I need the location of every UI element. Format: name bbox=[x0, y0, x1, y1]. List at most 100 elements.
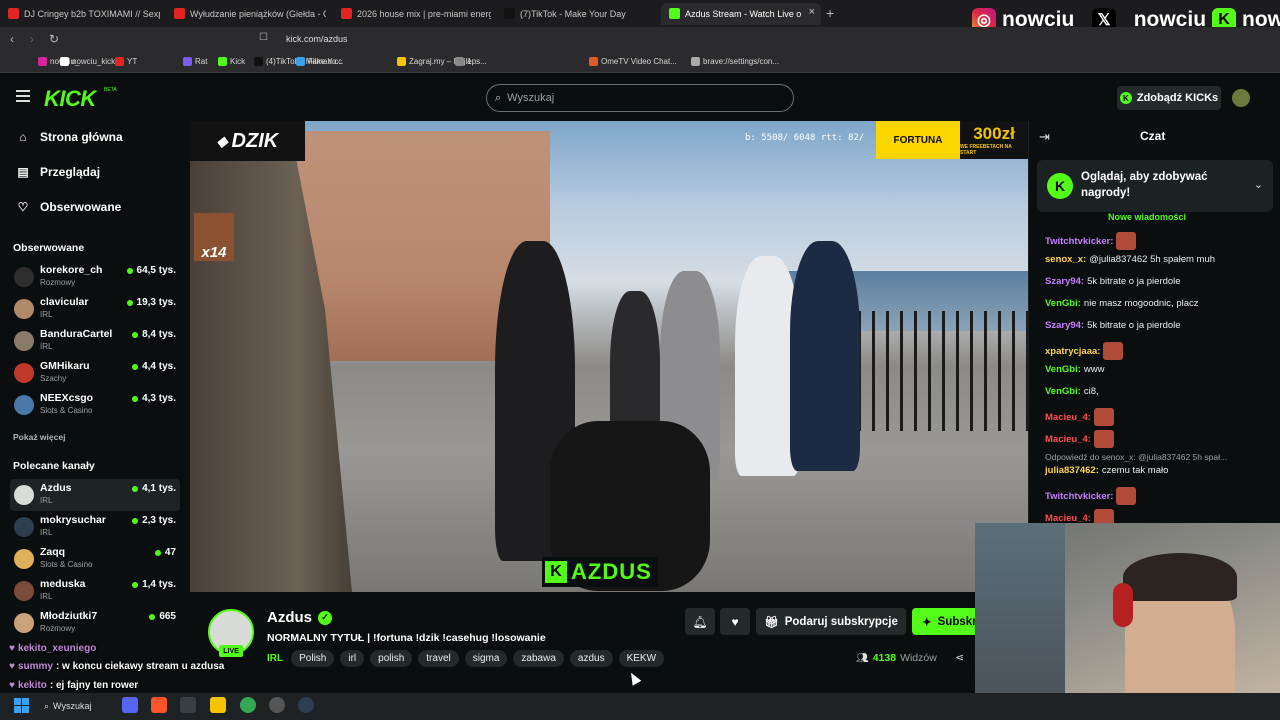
streamer-name-row[interactable]: Azdus ✓ bbox=[267, 609, 332, 626]
streamer-name[interactable]: Azdus bbox=[267, 609, 312, 626]
chat-username[interactable]: Szary94: bbox=[1045, 276, 1084, 287]
chat-username[interactable]: Twitchtvkicker: bbox=[1045, 236, 1113, 247]
chat-username[interactable]: Szary94: bbox=[1045, 320, 1084, 331]
chat-username[interactable]: xpatrycjaaa: bbox=[1045, 346, 1100, 357]
windows-start-icon[interactable] bbox=[14, 698, 29, 713]
channel-item[interactable]: mokrysuchar IRL 2,3 tys. bbox=[10, 511, 180, 543]
nav-item-label: Strona główna bbox=[40, 130, 123, 144]
nav-item[interactable]: ▤ Przeglądaj bbox=[16, 165, 100, 179]
stream-tag[interactable]: irl bbox=[340, 650, 365, 667]
bookmark-icon[interactable]: ☐ bbox=[259, 32, 268, 43]
forward-icon[interactable]: › bbox=[30, 32, 34, 46]
bookmark-item[interactable]: Zagraj.my – Najleps... bbox=[397, 57, 487, 66]
stream-tag[interactable]: sigma bbox=[464, 650, 508, 667]
close-tab-icon[interactable]: × bbox=[809, 6, 815, 18]
channel-name: Młodziutki7 bbox=[40, 610, 98, 622]
channel-name: Azdus bbox=[40, 482, 72, 494]
bookmark-item[interactable]: 1 bbox=[455, 57, 471, 66]
discord-icon[interactable] bbox=[122, 697, 138, 713]
back-icon[interactable]: ‹ bbox=[10, 32, 14, 46]
bookmark-item[interactable]: OmeTV Video Chat... bbox=[589, 57, 677, 66]
notification-bell-button[interactable]: 🔔︎ bbox=[685, 608, 715, 635]
kick-coin-icon: K bbox=[1119, 92, 1132, 104]
kick-logo[interactable]: KICK bbox=[44, 86, 96, 112]
channel-item[interactable]: Młodziutki7 Rozmowy 665 bbox=[10, 607, 180, 639]
stream-tag[interactable]: KEKW bbox=[618, 650, 665, 667]
chrome-icon[interactable] bbox=[240, 697, 256, 713]
chat-username[interactable]: Twitchtvkicker: bbox=[1045, 491, 1113, 502]
channel-item[interactable]: korekore_ch Rozmowy 64,5 tys. bbox=[10, 261, 180, 293]
share-icon[interactable]: ⋖ bbox=[955, 651, 964, 664]
channel-item[interactable]: BanduraCartel IRL 8,4 tys. bbox=[10, 325, 180, 357]
channel-viewers: 4,1 tys. bbox=[132, 483, 176, 494]
gift-subs-button[interactable]: 🎁︎ Podaruj subskrypcje bbox=[756, 608, 906, 635]
rewards-banner[interactable]: K Oglądaj, aby zdobywać nagrody! ⌄ bbox=[1037, 160, 1273, 212]
app-icon[interactable] bbox=[180, 697, 196, 713]
browser-tab[interactable]: Wyłudzanie pieniążków (Giełda - Od bbox=[166, 3, 326, 25]
reload-icon[interactable]: ↻ bbox=[49, 32, 59, 46]
stream-tag[interactable]: zabawa bbox=[513, 650, 564, 667]
url-field[interactable]: kick.com/azdus bbox=[286, 34, 348, 44]
bookmark-favicon-icon bbox=[38, 57, 47, 66]
overlay-username: summy bbox=[17, 661, 53, 672]
bookmark-item[interactable]: Filman.cc bbox=[296, 57, 342, 66]
nav-item[interactable]: ⌂ Strona główna bbox=[16, 130, 123, 144]
channel-category: IRL bbox=[40, 496, 53, 505]
channel-item[interactable]: meduska IRL 1,4 tys. bbox=[10, 575, 180, 607]
new-messages-indicator[interactable]: Nowe wiadomości bbox=[1108, 212, 1186, 222]
live-dot-icon bbox=[132, 363, 139, 370]
chat-username[interactable]: Macieu_4: bbox=[1045, 434, 1091, 445]
nav-item-label: Obserwowane bbox=[40, 200, 122, 214]
bookmark-item[interactable]: nowciu_kick bbox=[60, 57, 115, 66]
stream-tag[interactable]: polish bbox=[370, 650, 413, 667]
chat-message: Szary94: 5k bitrate o ja pierdole bbox=[1045, 276, 1181, 287]
taskbar-search[interactable]: ⌕ Wyszukaj bbox=[44, 697, 114, 715]
channel-item[interactable]: Zaqq Slots & Casino 47 bbox=[10, 543, 180, 575]
chat-username[interactable]: senox_x: bbox=[1045, 254, 1086, 265]
chat-username[interactable]: Macieu_4: bbox=[1045, 513, 1091, 524]
nav-item[interactable]: ♡ Obserwowane bbox=[16, 200, 122, 214]
channel-item[interactable]: Azdus IRL 4,1 tys. bbox=[10, 479, 180, 511]
search-input[interactable]: ⌕ Wyszukaj bbox=[486, 84, 794, 112]
new-tab-button[interactable]: + bbox=[826, 5, 834, 21]
menu-icon[interactable] bbox=[16, 90, 30, 102]
search-icon: ⌕ bbox=[44, 700, 50, 711]
channel-avatar bbox=[14, 363, 34, 383]
brave-icon[interactable] bbox=[151, 697, 167, 713]
show-more-link[interactable]: Pokaż więcej bbox=[13, 432, 65, 442]
bookmark-item[interactable]: YT bbox=[115, 57, 137, 66]
chat-username[interactable]: julia837462: bbox=[1045, 465, 1099, 476]
bookmark-item[interactable]: Rat bbox=[183, 57, 207, 66]
stream-tag[interactable]: travel bbox=[418, 650, 459, 667]
browser-tab[interactable]: Azdus Stream - Watch Live o × bbox=[661, 3, 821, 25]
chat-username[interactable]: VenGbi: bbox=[1045, 298, 1081, 309]
chevron-down-icon[interactable]: ⌄ bbox=[1254, 178, 1263, 191]
chat-username[interactable]: VenGbi: bbox=[1045, 364, 1081, 375]
channel-item[interactable]: NEEXcsgo Slots & Casino 4,3 tys. bbox=[10, 389, 180, 421]
bookmark-item[interactable]: brave://settings/con... bbox=[691, 57, 779, 66]
bookmark-label: Zagraj.my – Najleps... bbox=[409, 57, 487, 66]
follow-button[interactable]: ♥ bbox=[720, 608, 750, 635]
folder-icon[interactable] bbox=[210, 697, 226, 713]
stream-category[interactable]: IRL bbox=[267, 653, 283, 664]
chat-username[interactable]: VenGbi: bbox=[1045, 386, 1081, 397]
mouse-cursor bbox=[626, 670, 642, 686]
get-kicks-button[interactable]: K Zdobądź KICKs bbox=[1117, 86, 1221, 110]
channel-item[interactable]: clavicular IRL 19,3 tys. bbox=[10, 293, 180, 325]
browser-tab[interactable]: DJ Cringey b2b TOXIMAMI // Sexpre bbox=[0, 3, 160, 25]
collapse-chat-icon[interactable]: ⇥ bbox=[1039, 129, 1050, 145]
bookmark-item[interactable]: Kick bbox=[218, 57, 245, 66]
obs-icon[interactable] bbox=[269, 697, 285, 713]
nav-item-label: Przeglądaj bbox=[40, 165, 101, 179]
user-avatar[interactable] bbox=[1232, 89, 1250, 107]
channel-viewers-count: 4,4 tys. bbox=[142, 361, 176, 372]
channel-avatar bbox=[14, 485, 34, 505]
stream-tag[interactable]: Polish bbox=[291, 650, 335, 667]
browser-tab[interactable]: (7)TikTok - Make Your Day bbox=[496, 3, 656, 25]
browser-tab[interactable]: 2026 house mix | pre-miami energy bbox=[333, 3, 491, 25]
stream-tag[interactable]: azdus bbox=[569, 650, 613, 667]
channel-item[interactable]: GMHikaru Szachy 4,4 tys. bbox=[10, 357, 180, 389]
chat-username[interactable]: Macieu_4: bbox=[1045, 412, 1091, 423]
app-icon[interactable] bbox=[298, 697, 314, 713]
video-player[interactable]: ◆ DZIK b: 5508/ 6048 rtt: 82/ FORTUNA 30… bbox=[190, 121, 1028, 592]
